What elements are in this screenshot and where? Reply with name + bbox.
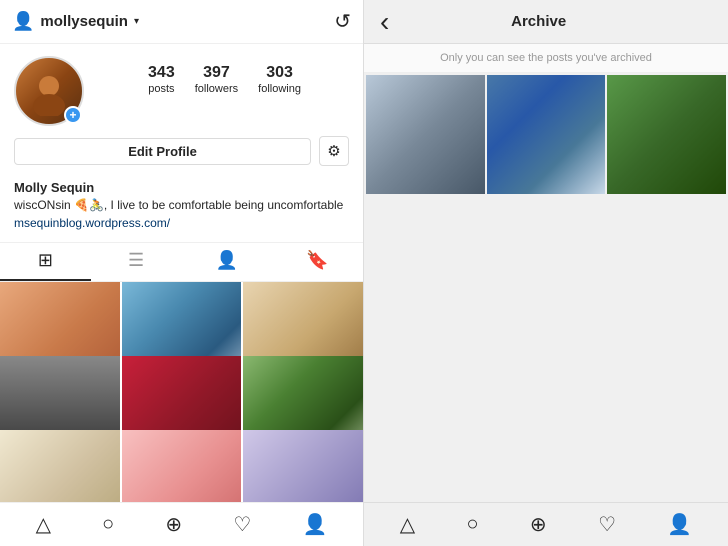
- grid-icon: ⊞: [38, 250, 53, 271]
- archive-cell[interactable]: [607, 75, 726, 194]
- followers-count: 397: [203, 64, 230, 82]
- profile-nav-icon[interactable]: 👤: [302, 512, 327, 537]
- person-tag-icon: 👤: [216, 250, 238, 271]
- following-count: 303: [266, 64, 293, 82]
- archive-photo-grid: [364, 73, 728, 196]
- tab-grid[interactable]: ⊞: [0, 243, 91, 281]
- add-post-nav-icon[interactable]: ⊕: [165, 512, 182, 537]
- posts-stat: 343 posts: [148, 64, 175, 95]
- posts-count: 343: [148, 64, 175, 82]
- archive-title: Archive: [511, 13, 566, 30]
- chevron-down-icon[interactable]: ▾: [134, 16, 139, 27]
- top-bar: 👤 mollysequin ▾ ↺: [0, 0, 363, 44]
- tab-list[interactable]: ☰: [91, 243, 182, 281]
- bio-text: wiscONsin 🍕🚴, I live to be comfortable b…: [14, 197, 349, 214]
- activity-nav-icon[interactable]: ♡: [233, 512, 251, 537]
- list-icon: ☰: [128, 250, 144, 271]
- profile-nav-icon-right[interactable]: 👤: [667, 512, 692, 537]
- archive-header: ‹ Archive: [364, 0, 728, 44]
- archive-notice: Only you can see the posts you've archiv…: [364, 44, 728, 73]
- search-nav-icon-right[interactable]: ○: [466, 513, 478, 536]
- profile-top: + 343 posts 397 followers 303 following: [14, 56, 349, 126]
- bio-section: Molly Sequin wiscONsin 🍕🚴, I live to be …: [0, 174, 363, 240]
- grid-cell[interactable]: [0, 430, 120, 502]
- top-bar-left: 👤 mollysequin ▾: [12, 11, 139, 32]
- posts-label: posts: [148, 83, 174, 95]
- bottom-nav-left: △ ○ ⊕ ♡ 👤: [0, 502, 363, 546]
- bottom-nav-right: △ ○ ⊕ ♡ 👤: [364, 502, 728, 546]
- tab-saved[interactable]: 🔖: [272, 243, 363, 281]
- tab-bar: ⊞ ☰ 👤 🔖: [0, 242, 363, 282]
- home-nav-icon[interactable]: △: [36, 512, 51, 537]
- following-label: following: [258, 83, 301, 95]
- bookmark-icon: 🔖: [306, 250, 328, 271]
- archive-cell[interactable]: [366, 75, 485, 194]
- grid-cell[interactable]: [122, 430, 242, 502]
- archive-cell[interactable]: [487, 75, 606, 194]
- profile-section: + 343 posts 397 followers 303 following …: [0, 44, 363, 174]
- avatar-wrapper[interactable]: +: [14, 56, 84, 126]
- username-label: mollysequin: [40, 13, 128, 30]
- add-post-nav-icon-right[interactable]: ⊕: [530, 512, 547, 537]
- following-stat[interactable]: 303 following: [258, 64, 301, 95]
- followers-stat[interactable]: 397 followers: [195, 64, 238, 95]
- tab-tagged[interactable]: 👤: [182, 243, 273, 281]
- settings-button[interactable]: ⚙: [319, 136, 349, 166]
- edit-profile-row: Edit Profile ⚙: [14, 136, 349, 166]
- stats-row: 343 posts 397 followers 303 following: [100, 56, 349, 95]
- top-bar-right: ↺: [334, 9, 351, 34]
- search-nav-icon[interactable]: ○: [102, 513, 114, 536]
- activity-nav-icon-right[interactable]: ♡: [598, 512, 616, 537]
- photo-grid: [0, 282, 363, 502]
- back-button[interactable]: ‹: [380, 8, 389, 36]
- home-nav-icon-right[interactable]: △: [400, 512, 415, 537]
- person-icon: 👤: [12, 11, 34, 32]
- right-panel: ‹ Archive Only you can see the posts you…: [364, 0, 728, 546]
- bio-name: Molly Sequin: [14, 180, 349, 195]
- edit-profile-button[interactable]: Edit Profile: [14, 138, 311, 165]
- bio-link[interactable]: msequinblog.wordpress.com/: [14, 216, 170, 230]
- add-story-button[interactable]: +: [64, 106, 82, 124]
- followers-label: followers: [195, 83, 238, 95]
- history-icon[interactable]: ↺: [334, 9, 351, 34]
- left-panel: 👤 mollysequin ▾ ↺ + 343 pos: [0, 0, 364, 546]
- grid-cell[interactable]: [243, 430, 363, 502]
